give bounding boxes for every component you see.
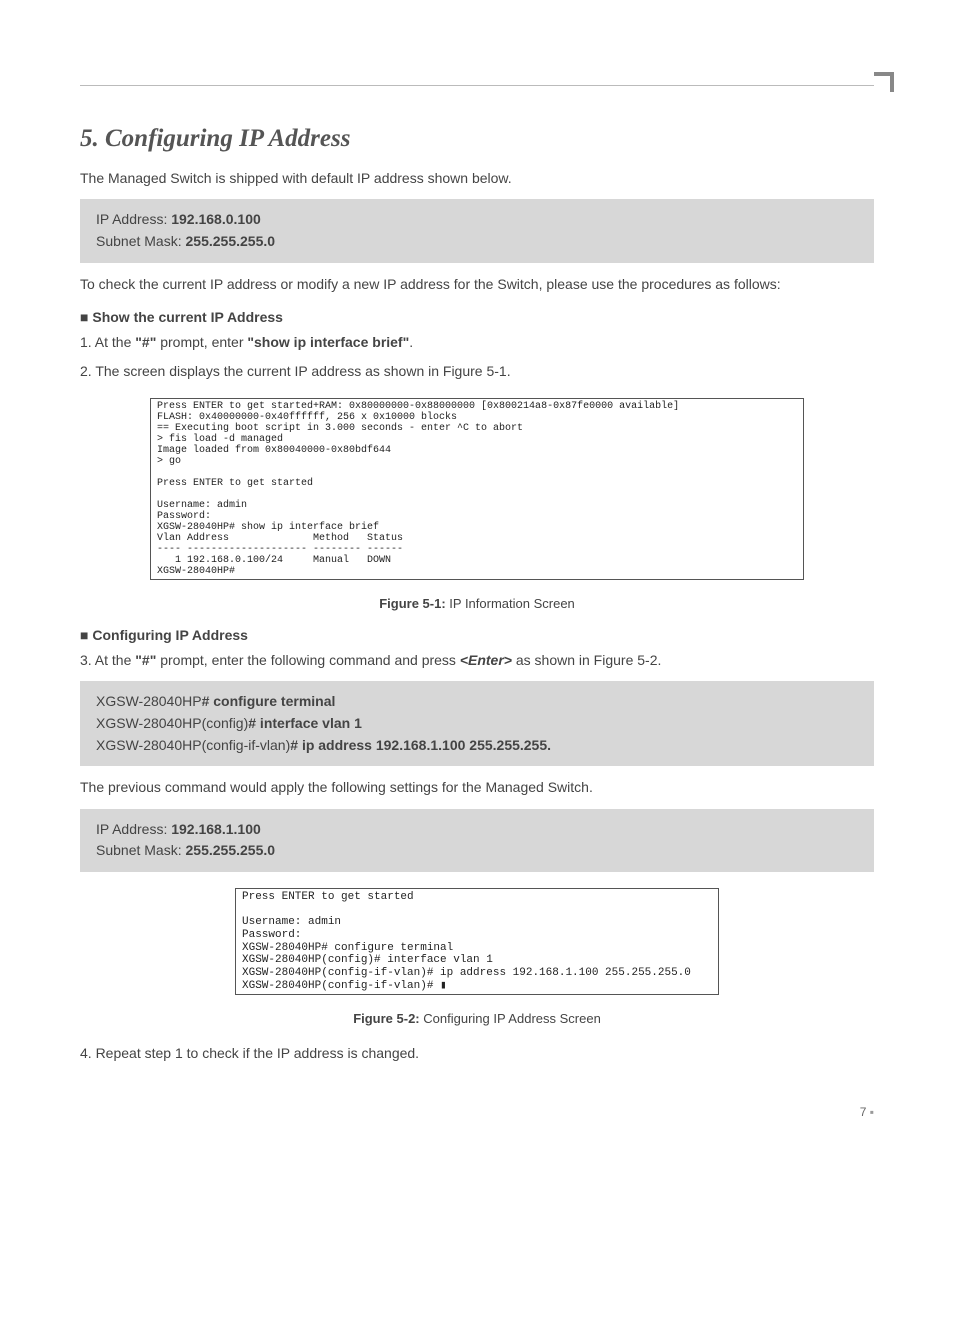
step-2: 2. The screen displays the current IP ad… (80, 360, 874, 382)
subhead-show-ip: Show the current IP Address (80, 309, 874, 325)
cmd-l2b: # interface vlan 1 (248, 715, 362, 731)
cmd-l3b: # ip address 192.168.1.100 255.255.255. (290, 737, 551, 753)
step1-post: . (409, 334, 413, 350)
cmd-l1a: XGSW-28040HP (96, 693, 202, 709)
fig2-text: Configuring IP Address Screen (420, 1011, 601, 1026)
step1-pre: 1. At the (80, 334, 135, 350)
step-1: 1. At the "#" prompt, enter "show ip int… (80, 331, 874, 353)
new-mask-value: 255.255.255.0 (186, 842, 276, 858)
check-text: To check the current IP address or modif… (80, 273, 874, 295)
fig2-label: Figure 5-2: (353, 1011, 419, 1026)
ip-value: 192.168.0.100 (171, 211, 261, 227)
step1-prompt: "#" (135, 334, 156, 350)
new-ip-label: IP Address: (96, 821, 171, 837)
ip-label: IP Address: (96, 211, 171, 227)
step1-cmd: "show ip interface brief" (247, 334, 409, 350)
cmd-l1b: # configure terminal (202, 693, 336, 709)
terminal-screenshot-1: Press ENTER to get started+RAM: 0x800000… (150, 398, 804, 580)
step3-mid: prompt, enter the following command and … (156, 652, 460, 668)
mask-label: Subnet Mask: (96, 233, 186, 249)
step3-enter: <Enter> (460, 652, 512, 668)
subhead-config-ip: Configuring IP Address (80, 627, 874, 643)
applied-text: The previous command would apply the fol… (80, 776, 874, 798)
step3-prompt: "#" (135, 652, 156, 668)
figure-5-1-caption: Figure 5-1: IP Information Screen (80, 596, 874, 611)
corner-mark (874, 72, 894, 76)
step-3: 3. At the "#" prompt, enter the followin… (80, 649, 874, 671)
command-box: XGSW-28040HP# configure terminal XGSW-28… (80, 681, 874, 766)
new-ip-value: 192.168.1.100 (171, 821, 261, 837)
intro-text: The Managed Switch is shipped with defau… (80, 167, 874, 189)
header-rule (80, 85, 874, 86)
page-number: 7 (80, 1105, 874, 1119)
step3-post: as shown in Figure 5-2. (512, 652, 661, 668)
step3-pre: 3. At the (80, 652, 135, 668)
page-title: 5. Configuring IP Address (80, 125, 874, 153)
new-mask-label: Subnet Mask: (96, 842, 186, 858)
fig1-label: Figure 5-1: (379, 596, 445, 611)
figure-5-2-caption: Figure 5-2: Configuring IP Address Scree… (80, 1011, 874, 1026)
terminal-screenshot-2: Press ENTER to get started Username: adm… (235, 888, 719, 995)
cmd-l3a: XGSW-28040HP(config-if-vlan) (96, 737, 290, 753)
mask-value: 255.255.255.0 (186, 233, 276, 249)
default-ip-box: IP Address: 192.168.0.100 Subnet Mask: 2… (80, 199, 874, 262)
new-ip-box: IP Address: 192.168.1.100 Subnet Mask: 2… (80, 809, 874, 872)
step-4: 4. Repeat step 1 to check if the IP addr… (80, 1042, 874, 1064)
cmd-l2a: XGSW-28040HP(config) (96, 715, 248, 731)
fig1-text: IP Information Screen (446, 596, 575, 611)
step1-mid: prompt, enter (156, 334, 247, 350)
